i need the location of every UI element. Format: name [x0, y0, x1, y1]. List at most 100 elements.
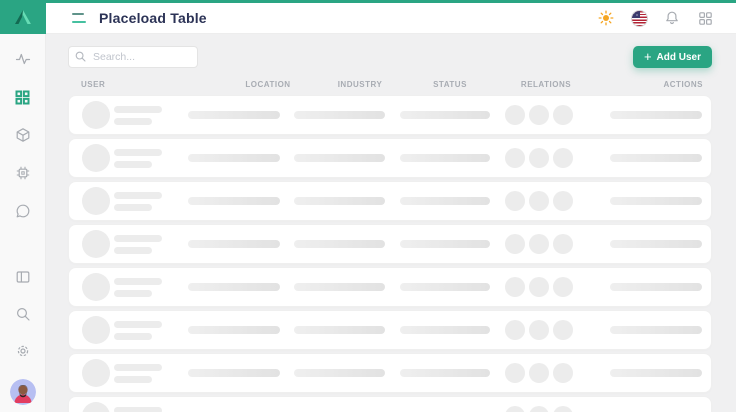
- main-content: + Add User USER LOCATION INDUSTRY STATUS…: [46, 34, 736, 412]
- industry-placeholder: [294, 111, 385, 119]
- avatar-placeholder: [82, 144, 110, 172]
- plus-icon: +: [644, 50, 652, 63]
- chip-icon: [15, 165, 31, 181]
- add-user-label: Add User: [657, 52, 701, 63]
- industry-placeholder: [294, 326, 385, 334]
- actions-placeholder: [610, 369, 702, 377]
- column-header-industry: INDUSTRY: [338, 80, 383, 89]
- actions-placeholder: [610, 283, 702, 291]
- industry-placeholder: [294, 369, 385, 377]
- app-window: Placeload Table: [0, 0, 736, 412]
- table-row-skeleton[interactable]: [68, 310, 712, 350]
- cube-icon: [15, 127, 31, 143]
- avatar-placeholder: [82, 273, 110, 301]
- table-row-skeleton[interactable]: [68, 138, 712, 178]
- location-placeholder: [188, 197, 280, 205]
- relations-placeholder: [505, 320, 573, 340]
- sun-icon: [598, 10, 614, 26]
- search-icon: [15, 306, 31, 322]
- avatar-image: [10, 379, 36, 405]
- table-toolbar: + Add User: [68, 46, 712, 68]
- theme-toggle-button[interactable]: [597, 9, 615, 27]
- avatar-placeholder: [82, 402, 110, 412]
- user-text-placeholder: [114, 149, 162, 168]
- top-accent-line: [0, 0, 736, 3]
- user-text-placeholder: [114, 235, 162, 254]
- industry-placeholder: [294, 240, 385, 248]
- avatar-placeholder: [82, 316, 110, 344]
- notifications-button[interactable]: [663, 9, 681, 27]
- relations-placeholder: [505, 277, 573, 297]
- top-bar: Placeload Table: [46, 3, 736, 34]
- app-logo[interactable]: [0, 0, 46, 34]
- relations-placeholder: [505, 191, 573, 211]
- sidebar-item-dashboard[interactable]: [14, 88, 32, 106]
- location-placeholder: [188, 154, 280, 162]
- dashboard-grid-icon: [15, 90, 30, 105]
- actions-placeholder: [610, 240, 702, 248]
- status-placeholder: [400, 197, 490, 205]
- table-row-skeleton[interactable]: [68, 224, 712, 264]
- avatar-placeholder: [82, 101, 110, 129]
- avatar-placeholder: [82, 230, 110, 258]
- status-placeholder: [400, 326, 490, 334]
- relations-placeholder: [505, 234, 573, 254]
- column-header-relations: RELATIONS: [521, 80, 571, 89]
- menu-toggle-icon[interactable]: [72, 13, 86, 23]
- table-row-skeleton[interactable]: [68, 267, 712, 307]
- actions-placeholder: [610, 326, 702, 334]
- user-text-placeholder: [114, 192, 162, 211]
- us-flag-icon: [631, 10, 648, 27]
- sidebar-bottom: [10, 268, 36, 412]
- apps-menu-button[interactable]: [696, 9, 714, 27]
- table-body: [68, 95, 712, 412]
- table-row-skeleton[interactable]: [68, 396, 712, 412]
- relations-placeholder: [505, 148, 573, 168]
- location-placeholder: [188, 326, 280, 334]
- relations-placeholder: [505, 406, 573, 412]
- location-placeholder: [188, 369, 280, 377]
- avatar-placeholder: [82, 359, 110, 387]
- page-title: Placeload Table: [99, 10, 207, 26]
- table-row-skeleton[interactable]: [68, 353, 712, 393]
- activity-icon: [15, 51, 31, 67]
- location-placeholder: [188, 111, 280, 119]
- sidebar-item-search[interactable]: [14, 305, 32, 323]
- location-placeholder: [188, 240, 280, 248]
- bell-icon: [664, 10, 680, 26]
- status-placeholder: [400, 154, 490, 162]
- user-text-placeholder: [114, 106, 162, 125]
- user-avatar[interactable]: [10, 379, 36, 405]
- search-input[interactable]: [68, 46, 198, 68]
- industry-placeholder: [294, 197, 385, 205]
- user-text-placeholder: [114, 407, 162, 412]
- column-header-location: LOCATION: [245, 80, 290, 89]
- add-user-button[interactable]: + Add User: [633, 46, 712, 68]
- layout-panel-icon: [15, 269, 31, 285]
- sidebar-item-components[interactable]: [14, 126, 32, 144]
- table-row-skeleton[interactable]: [68, 95, 712, 135]
- sidebar-nav: [14, 50, 32, 220]
- sidebar-item-elements[interactable]: [14, 164, 32, 182]
- sidebar-item-settings[interactable]: [14, 342, 32, 360]
- actions-placeholder: [610, 111, 702, 119]
- actions-placeholder: [610, 154, 702, 162]
- apps-grid-icon: [698, 11, 713, 26]
- sidebar-item-messages[interactable]: [14, 202, 32, 220]
- topbar-actions: [597, 9, 714, 27]
- sidebar: [0, 0, 46, 412]
- table-header: USER LOCATION INDUSTRY STATUS RELATIONS …: [68, 80, 712, 89]
- relations-placeholder: [505, 105, 573, 125]
- status-placeholder: [400, 111, 490, 119]
- user-text-placeholder: [114, 321, 162, 340]
- status-placeholder: [400, 369, 490, 377]
- sidebar-item-activity[interactable]: [14, 50, 32, 68]
- language-selector[interactable]: [630, 9, 648, 27]
- sidebar-item-panels[interactable]: [14, 268, 32, 286]
- user-text-placeholder: [114, 278, 162, 297]
- actions-placeholder: [610, 197, 702, 205]
- status-placeholder: [400, 283, 490, 291]
- industry-placeholder: [294, 283, 385, 291]
- table-row-skeleton[interactable]: [68, 181, 712, 221]
- column-header-actions: ACTIONS: [664, 80, 704, 89]
